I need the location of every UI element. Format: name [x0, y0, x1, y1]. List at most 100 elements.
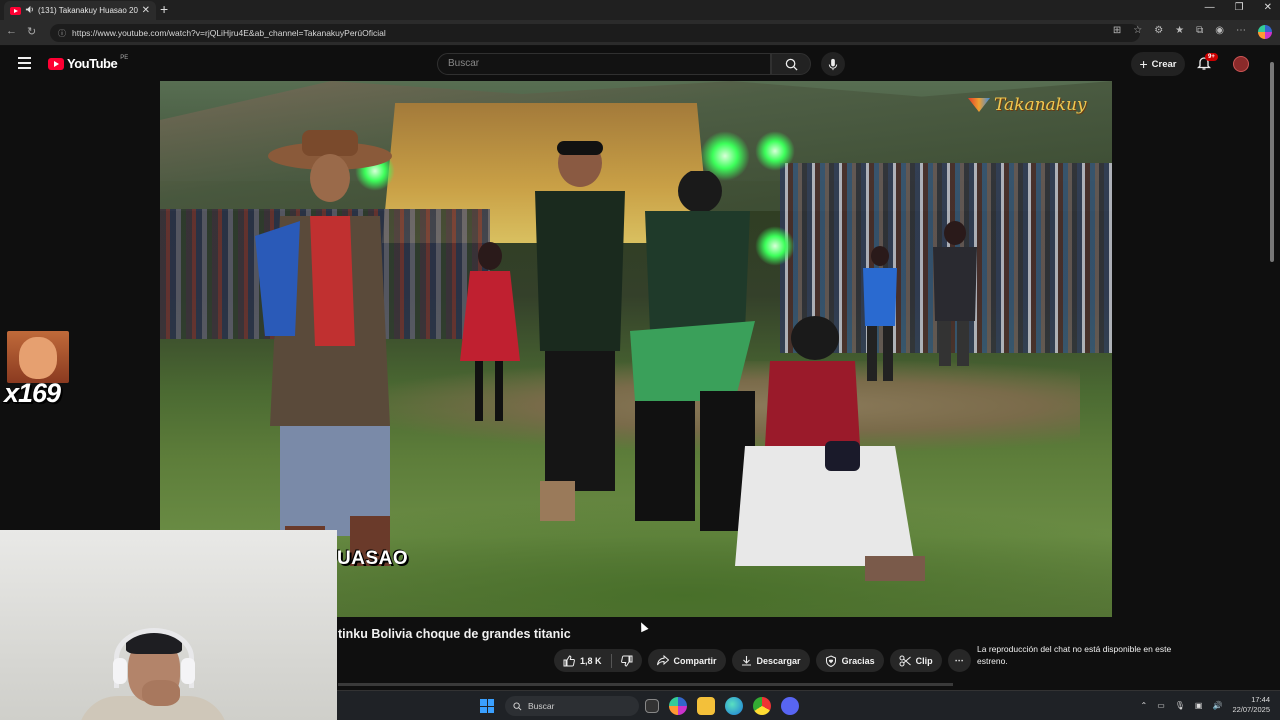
windows-start-icon[interactable]: [480, 699, 494, 713]
scrollbar-thumb[interactable]: [1270, 62, 1274, 262]
browser-tab[interactable]: (131) Takanakuy Huasao 20… ✕: [4, 1, 156, 20]
discord-icon[interactable]: [781, 697, 799, 715]
create-button[interactable]: + Crear: [1131, 52, 1185, 76]
window-controls: — ❐ ✕: [1205, 2, 1272, 13]
tray-chevron-icon[interactable]: ⌃: [1141, 701, 1148, 710]
clip-button[interactable]: Clip: [889, 649, 942, 672]
clip-label: Clip: [915, 655, 933, 666]
back-icon[interactable]: ←: [6, 25, 17, 38]
download-button[interactable]: Descargar: [731, 649, 810, 672]
app-available-icon[interactable]: ⊞: [1113, 25, 1121, 39]
system-tray: ⌃ ▭ 🎙 ▣ 🔊 17:44 22/07/2025: [1141, 695, 1271, 715]
page-scrollbar[interactable]: [1268, 60, 1276, 688]
horizontal-scrollbar[interactable]: [338, 683, 953, 686]
youtube-header: YouTube PE Buscar + Crear 9+: [0, 47, 1280, 81]
site-info-icon[interactable]: ⓘ: [58, 28, 66, 39]
system-clock[interactable]: 17:44 22/07/2025: [1232, 695, 1270, 715]
more-menu-icon[interactable]: ⋯: [1236, 25, 1246, 39]
reaction-sticker: [7, 331, 69, 383]
laughing-face-image: [19, 337, 57, 379]
video-caption-overlay: UASAO: [337, 548, 409, 569]
download-label: Descargar: [756, 655, 801, 666]
share-button[interactable]: Compartir: [647, 649, 726, 672]
plus-icon: +: [1139, 56, 1148, 72]
task-view-icon[interactable]: [645, 699, 659, 713]
thumbs-down-icon: [620, 655, 633, 667]
search-icon: [785, 58, 798, 71]
taskbar-apps: [645, 697, 799, 715]
youtube-logo[interactable]: YouTube PE: [48, 54, 129, 71]
video-actions: 1,8 K Compartir Descargar Gracias Clip ⋯: [554, 649, 971, 672]
channel-logo-icon: [968, 98, 990, 112]
refresh-icon[interactable]: ↻: [27, 25, 36, 38]
boy-blue-jacket-figure: [863, 246, 897, 381]
stage-light: [755, 131, 795, 171]
streamer-webcam: [0, 530, 337, 720]
favorite-star-icon[interactable]: ☆: [1133, 25, 1142, 39]
chrome-browser-icon[interactable]: [753, 697, 771, 715]
clock-date: 22/07/2025: [1232, 705, 1270, 714]
url-field[interactable]: ⓘ https://www.youtube.com/watch?v=rjQLiH…: [50, 24, 1140, 42]
logo-text: YouTube: [67, 56, 118, 71]
extensions-icon[interactable]: ⚙: [1154, 25, 1163, 39]
hamburger-menu-icon[interactable]: [18, 57, 31, 72]
multiplier-text: x169: [4, 378, 61, 408]
like-count: 1,8 K: [580, 655, 602, 666]
video-title: tinku Bolivia choque de grandes titanic: [338, 627, 571, 641]
volume-icon[interactable]: 🔊: [1212, 701, 1222, 710]
thanks-heart-icon: [825, 654, 836, 667]
maximize-icon[interactable]: ❐: [1235, 2, 1244, 13]
tab-title: (131) Takanakuy Huasao 20…: [38, 6, 138, 15]
url-text: https://www.youtube.com/watch?v=rjQLiHjr…: [72, 28, 386, 38]
share-label: Compartir: [673, 655, 717, 666]
taskbar-search-placeholder: Buscar: [528, 701, 555, 711]
youtube-favicon-icon: [10, 6, 21, 15]
create-label: Crear: [1151, 58, 1177, 70]
account-avatar[interactable]: [1233, 56, 1249, 72]
man-with-hat-figure: [255, 130, 392, 566]
new-tab-icon[interactable]: +: [160, 1, 168, 17]
collections-icon[interactable]: ⧉: [1196, 25, 1203, 39]
search-input[interactable]: Buscar: [437, 53, 771, 75]
favorites-icon[interactable]: ★: [1175, 25, 1184, 39]
thumbs-up-icon: [563, 654, 575, 666]
search-button[interactable]: [771, 53, 811, 75]
address-bar-row: ← ↻ ⓘ https://www.youtube.com/watch?v=rj…: [0, 20, 1280, 46]
close-window-icon[interactable]: ✕: [1264, 2, 1272, 13]
profile-icon[interactable]: ◉: [1215, 25, 1224, 39]
like-button[interactable]: 1,8 K: [554, 649, 611, 672]
more-dots-icon: ⋯: [954, 655, 964, 665]
more-actions-button[interactable]: ⋯: [947, 649, 971, 672]
tab-close-icon[interactable]: ✕: [142, 5, 150, 16]
like-dislike-group: 1,8 K: [554, 649, 642, 672]
taskbar-search[interactable]: Buscar: [505, 696, 639, 716]
microphone-tray-icon[interactable]: 🎙: [1175, 701, 1185, 710]
dislike-button[interactable]: [612, 649, 642, 672]
copilot-icon[interactable]: [1258, 25, 1272, 39]
microphone-icon: [828, 58, 838, 70]
headset-earcup-right: [181, 658, 195, 684]
youtube-play-icon: [48, 57, 64, 70]
browser-toolbar: ⊞ ☆ ⚙ ★ ⧉ ◉ ⋯: [1113, 25, 1272, 39]
notifications-badge: 9+: [1205, 53, 1218, 61]
copilot-app-icon[interactable]: [669, 697, 687, 715]
man-dark-jacket-figure: [933, 221, 977, 366]
thanks-label: Gracias: [841, 655, 875, 666]
browser-tab-bar: (131) Takanakuy Huasao 20… ✕ + — ❐ ✕: [0, 0, 1280, 20]
edge-browser-icon[interactable]: [725, 697, 743, 715]
minimize-icon[interactable]: —: [1205, 2, 1215, 13]
scissors-icon: [899, 655, 911, 666]
voice-search-button[interactable]: [821, 52, 845, 76]
thanks-button[interactable]: Gracias: [815, 649, 884, 672]
network-icon[interactable]: ▣: [1195, 701, 1203, 710]
file-explorer-icon[interactable]: [697, 697, 715, 715]
clock-time: 17:44: [1251, 695, 1270, 704]
speaker-icon[interactable]: [25, 5, 34, 16]
channel-watermark: Takanakuy: [968, 95, 1087, 115]
country-code: PE: [120, 54, 129, 61]
webcam-hand: [142, 680, 180, 706]
nav-buttons: ← ↻: [6, 25, 36, 38]
windows-taskbar: Buscar ⌃ ▭ 🎙 ▣ 🔊 17:44 22/07/2025: [337, 690, 1280, 720]
battery-icon[interactable]: ▭: [1157, 701, 1165, 710]
search-icon: [513, 701, 522, 710]
